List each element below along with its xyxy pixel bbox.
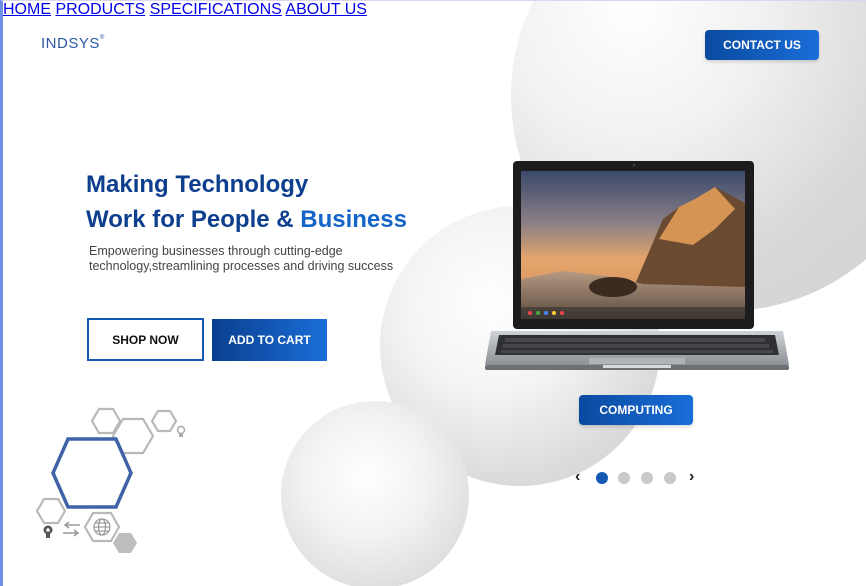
hero-title-line2-part1: Work for People &: [86, 206, 301, 233]
hero-title-line1: Making Technology: [86, 171, 309, 198]
brand-mark: ®: [99, 35, 105, 41]
laptop-image: [485, 161, 789, 370]
lightbulb-icon: [176, 425, 186, 437]
category-badge-computing[interactable]: COMPUTING: [579, 395, 693, 425]
shop-now-button[interactable]: SHOP NOW: [87, 318, 204, 361]
hexagon-highlight-icon: [51, 437, 133, 509]
decorative-circle-small: [281, 401, 469, 586]
hero-title: Making Technology Work for People & Busi…: [86, 167, 407, 237]
arrows-icon: [63, 521, 80, 537]
hero-subtitle: Empowering businesses through cutting-ed…: [89, 244, 394, 273]
hero-title-highlight: Business: [300, 206, 407, 233]
nav-specifications[interactable]: SPECIFICATIONS: [150, 1, 282, 18]
hero-title-line2: Work for People & Business: [86, 202, 407, 237]
nav-products[interactable]: PRODUCTS: [55, 1, 145, 18]
carousel-dot-1[interactable]: [596, 472, 608, 484]
gear-icon: [43, 525, 53, 538]
add-to-cart-button[interactable]: ADD TO CART: [212, 319, 327, 361]
hexagon-network-icon: [35, 407, 186, 553]
globe-icon: [93, 518, 111, 536]
nav-about-us[interactable]: ABOUT US: [285, 1, 367, 18]
carousel-dot-3[interactable]: [641, 472, 653, 484]
nav-home[interactable]: HOME: [3, 1, 51, 18]
brand-name: INDSYS: [41, 35, 100, 52]
landing-page: INDSYS® HOME PRODUCTS SPECIFICATIONS ABO…: [0, 0, 866, 586]
brand-logo[interactable]: INDSYS®: [41, 35, 105, 52]
carousel-dot-2[interactable]: [618, 472, 630, 484]
contact-us-button[interactable]: CONTACT US: [705, 30, 819, 60]
chevron-left-icon[interactable]: ‹: [575, 468, 580, 486]
carousel-dot-4[interactable]: [664, 472, 676, 484]
chevron-right-icon[interactable]: ›: [689, 468, 694, 486]
